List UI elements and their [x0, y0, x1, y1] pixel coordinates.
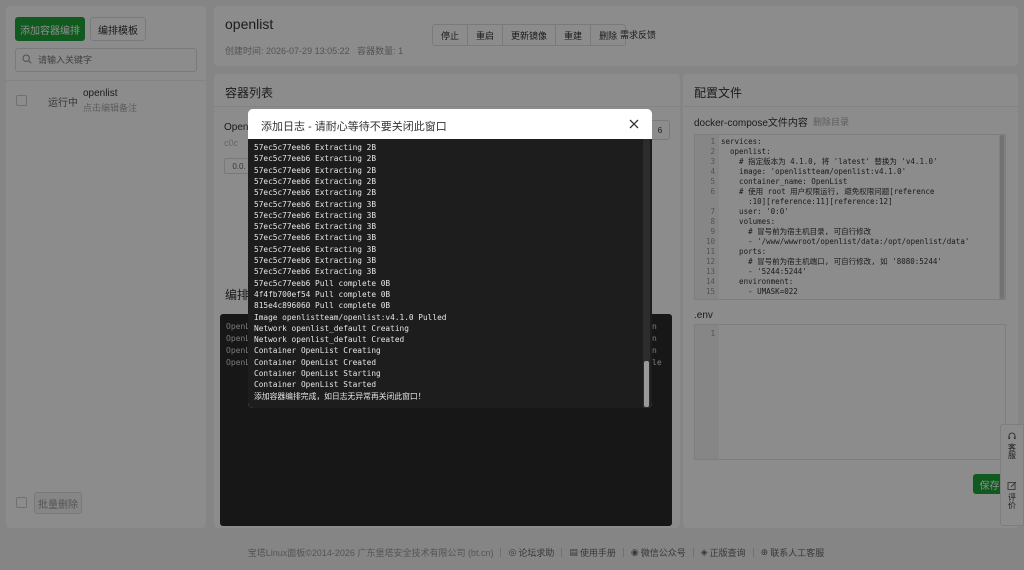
log-line: 57ec5c77eeb6 Extracting 3B: [254, 256, 377, 265]
log-output: 57ec5c77eeb6 Extracting 2B 57ec5c77eeb6 …: [248, 139, 652, 408]
log-line: 57ec5c77eeb6 Extracting 3B: [254, 267, 377, 277]
log-line: Container OpenList Creating: [254, 346, 381, 356]
log-line: Image openlistteam/openlist:v4.1.0 Pulle…: [254, 312, 447, 322]
log-line: 添加容器编排完成，如日志无异常再关闭此窗口！: [254, 391, 426, 401]
log-line: 57ec5c77eeb6 Extracting 2B: [254, 176, 377, 186]
log-line: 57ec5c77eeb6 Extracting 2B: [254, 143, 377, 152]
log-line: 57ec5c77eeb6 Pull complete 0B: [254, 278, 391, 288]
log-line: Network openlist_default Created: [254, 335, 405, 345]
log-line: 57ec5c77eeb6 Extracting 3B: [254, 222, 377, 232]
log-line: 57ec5c77eeb6 Extracting 3B: [254, 199, 377, 209]
log-line: 57ec5c77eeb6 Extracting 2B: [254, 188, 377, 198]
log-line: 57ec5c77eeb6 Extracting 2B: [254, 154, 377, 164]
log-line: 57ec5c77eeb6 Extracting 3B: [254, 233, 377, 243]
log-line: 57ec5c77eeb6 Extracting 2B: [254, 165, 377, 175]
log-scrollbar-thumb[interactable]: [644, 361, 649, 407]
log-line: Container OpenList Starting: [254, 369, 381, 378]
log-line: 815e4c896060 Pull complete 0B: [254, 301, 391, 311]
log-line: Container OpenList Created: [254, 357, 377, 367]
log-line: Network openlist_default Creating: [254, 323, 409, 333]
add-log-dialog: 添加日志 - 请耐心等待不要关闭此窗口 57ec5c77eeb6 Extract…: [248, 109, 652, 408]
dialog-title: 添加日志 - 请耐心等待不要关闭此窗口: [261, 121, 447, 133]
log-line: 4f4fb700ef54 Pull complete 0B: [254, 289, 391, 299]
dialog-header: 添加日志 - 请耐心等待不要关闭此窗口: [248, 109, 652, 139]
log-line: Container OpenList Started: [254, 380, 377, 390]
log-line: 57ec5c77eeb6 Extracting 3B: [254, 244, 377, 254]
log-line: 57ec5c77eeb6 Extracting 3B: [254, 210, 377, 220]
close-icon[interactable]: [628, 118, 640, 130]
